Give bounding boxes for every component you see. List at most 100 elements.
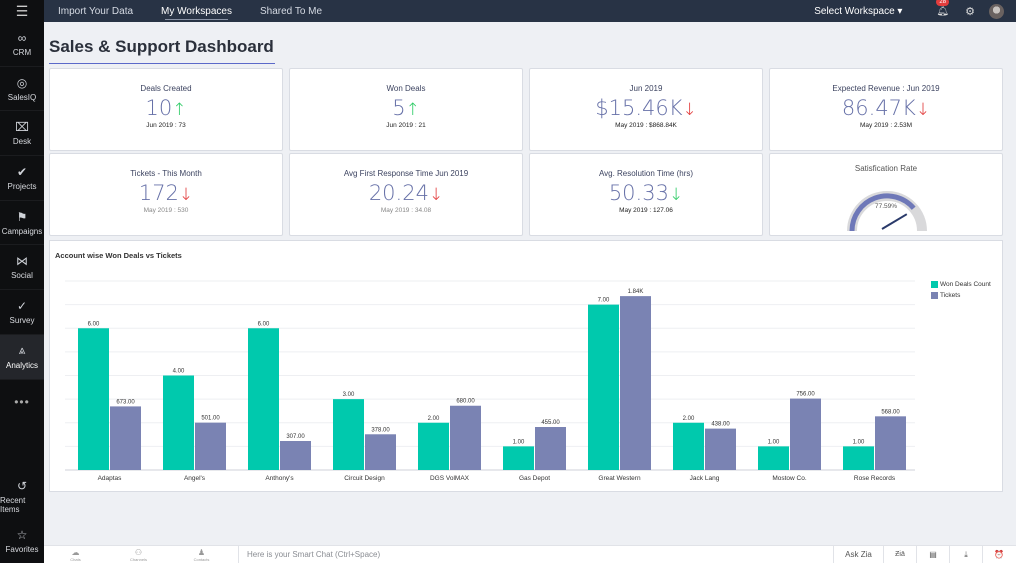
- chat-icon: ☁: [71, 547, 80, 557]
- kpi-value: 10↑: [50, 96, 282, 120]
- data-label: 1.00: [768, 439, 780, 445]
- document-icon[interactable]: ▤: [916, 545, 949, 563]
- bar-tickets[interactable]: [450, 405, 481, 470]
- crm-icon: ∞: [17, 30, 27, 45]
- kpi-comparison: May 2019 : 2.53M: [859, 122, 913, 129]
- sidebar-item-recent-items[interactable]: ↺ Recent Items: [0, 474, 44, 519]
- more-apps-button[interactable]: •••: [0, 380, 44, 424]
- app-sidebar: ☰ ∞ CRM ◎ SalesIQ ⌧ Desk ✔ Projects ⚑ Campaigns ⋈ S…: [0, 0, 44, 563]
- kpi-card-avg-first-response-time-jun-2019[interactable]: Avg First Response Time Jun 2019 20.24↓ …: [289, 153, 523, 236]
- kpi-card-expected-revenue-jun-2019[interactable]: Expected Revenue : Jun 2019 86.47K↓ May …: [769, 68, 1003, 151]
- legend-label: Tickets: [940, 292, 961, 299]
- bar-won-deals[interactable]: [843, 446, 874, 470]
- kpi-comparison: May 2019 : 127.06: [619, 207, 673, 214]
- legend-item-won-deals[interactable]: Won Deals Count: [931, 281, 991, 288]
- kpi-value: $15.46K↓: [530, 96, 762, 120]
- kpi-label: Tickets - This Month: [130, 169, 202, 178]
- bar-tickets[interactable]: [705, 428, 736, 470]
- sidebar-item-projects[interactable]: ✔ Projects: [0, 156, 44, 201]
- x-tick-label: Rose Records: [854, 475, 896, 482]
- kpi-label: Won Deals: [386, 84, 426, 93]
- notifications-button[interactable]: 🔔︎ 28: [936, 0, 950, 17]
- bar-tickets[interactable]: [110, 406, 141, 470]
- bar-won-deals[interactable]: [503, 446, 534, 470]
- salesiq-icon: ◎: [16, 75, 28, 90]
- kpi-value-text: 20.24: [368, 181, 429, 205]
- bar-won-deals[interactable]: [248, 328, 279, 470]
- avatar[interactable]: [989, 3, 1004, 19]
- bar-won-deals[interactable]: [588, 304, 619, 470]
- bar-won-deals[interactable]: [418, 422, 449, 470]
- bell-icon: 🔔︎: [936, 5, 950, 17]
- channels-label: Channels: [130, 556, 147, 562]
- zia-icon[interactable]: Ƶiā: [883, 545, 916, 563]
- kpi-card-deals-created[interactable]: Deals Created 10↑ Jun 2019 : 73: [49, 68, 283, 151]
- x-tick-label: Adaptas: [98, 475, 123, 482]
- legend-swatch: [931, 281, 938, 288]
- kpi-comparison: Jun 2019 : 21: [386, 122, 426, 129]
- bar-won-deals[interactable]: [673, 422, 704, 470]
- gear-icon[interactable]: ⚙: [965, 5, 975, 18]
- sidebar-item-survey[interactable]: ✓ Survey: [0, 290, 44, 335]
- bar-tickets[interactable]: [195, 422, 226, 470]
- data-label: 307.00: [286, 434, 305, 440]
- social-icon: ⋈: [16, 254, 28, 269]
- data-label: 756.00: [796, 392, 815, 398]
- bar-won-deals[interactable]: [758, 446, 789, 470]
- kpi-card-won-deals[interactable]: Won Deals 5↑ Jun 2019 : 21: [289, 68, 523, 151]
- sidebar-item-analytics[interactable]: ⩓ Analytics: [0, 334, 44, 380]
- kpi-value: 20.24↓: [290, 181, 522, 205]
- kpi-value-text: $15.46K: [595, 96, 683, 120]
- chats-button[interactable]: ☁ Chats: [44, 548, 107, 562]
- channels-icon: ⚇: [134, 547, 143, 557]
- smart-chat-input[interactable]: Here is your Smart Chat (Ctrl+Space): [238, 545, 833, 563]
- bar-tickets[interactable]: [620, 296, 651, 470]
- trend-arrow-icon: ↓: [428, 185, 444, 205]
- dashboard-main: Sales & Support Dashboard Deals Created …: [44, 22, 1016, 545]
- kpi-value-text: 10: [145, 96, 173, 120]
- alarm-icon[interactable]: ⏰: [982, 545, 1015, 563]
- sidebar-item-label: Recent Items: [0, 495, 26, 514]
- x-tick-label: DGS VolMAX: [430, 475, 470, 482]
- page-title: Sales & Support Dashboard: [49, 37, 275, 64]
- kpi-label: Satisfication Rate: [854, 164, 918, 173]
- desk-icon: ⌧: [15, 120, 29, 135]
- satisfaction-gauge: 77.59%: [847, 191, 927, 232]
- legend-item-tickets[interactable]: Tickets: [931, 292, 991, 299]
- bar-tickets[interactable]: [875, 416, 906, 470]
- kpi-card-tickets-this-month[interactable]: Tickets - This Month 172↓ May 2019 : 530: [49, 153, 283, 236]
- sidebar-item-campaigns[interactable]: ⚑ Campaigns: [0, 201, 44, 246]
- trend-arrow-icon: ↓: [668, 185, 684, 205]
- chart-card: Account wise Won Deals vs Tickets 6.00 67…: [49, 240, 1003, 492]
- menu-icon[interactable]: ☰: [0, 0, 44, 22]
- chart-legend: Won Deals Count Tickets: [931, 281, 991, 303]
- bar-won-deals[interactable]: [333, 399, 364, 470]
- bar-tickets[interactable]: [365, 434, 396, 470]
- select-workspace-dropdown[interactable]: Select Workspace ▾: [814, 6, 902, 17]
- sidebar-item-favorites[interactable]: ☆ Favorites: [0, 519, 44, 563]
- sidebar-item-crm[interactable]: ∞ CRM: [0, 22, 44, 67]
- kpi-card-jun-2019[interactable]: Jun 2019 $15.46K↓ May 2019 : $868.84K: [529, 68, 763, 151]
- bar-won-deals[interactable]: [163, 375, 194, 471]
- x-tick-label: Angel's: [184, 475, 206, 482]
- bar-tickets[interactable]: [790, 398, 821, 470]
- contacts-icon: ♟: [197, 547, 206, 557]
- bar-tickets[interactable]: [280, 440, 311, 470]
- contacts-button[interactable]: ♟ Contacts: [170, 548, 233, 562]
- kpi-card-satisfaction-rate[interactable]: Satisfication Rate 77.59%: [769, 153, 1003, 236]
- download-icon[interactable]: ⤓: [949, 545, 982, 563]
- tab-my-workspaces[interactable]: My Workspaces: [147, 0, 246, 22]
- bar-tickets[interactable]: [535, 427, 566, 470]
- bar-won-deals[interactable]: [78, 328, 109, 470]
- kpi-card-avg-resolution-time-hrs[interactable]: Avg. Resolution Time (hrs) 50.33↓ May 20…: [529, 153, 763, 236]
- trend-arrow-icon: ↓: [682, 100, 697, 120]
- channels-button[interactable]: ⚇ Channels: [107, 548, 170, 562]
- sidebar-item-desk[interactable]: ⌧ Desk: [0, 111, 44, 157]
- sidebar-item-label: SalesIQ: [7, 92, 37, 102]
- tab-import-your-data[interactable]: Import Your Data: [44, 0, 147, 22]
- trend-arrow-icon: ↑: [405, 100, 420, 120]
- ask-zia-button[interactable]: Ask Zia: [833, 545, 883, 563]
- sidebar-item-social[interactable]: ⋈ Social: [0, 245, 44, 291]
- sidebar-item-salesiq[interactable]: ◎ SalesIQ: [0, 67, 44, 112]
- tab-shared-to-me[interactable]: Shared To Me: [246, 0, 336, 22]
